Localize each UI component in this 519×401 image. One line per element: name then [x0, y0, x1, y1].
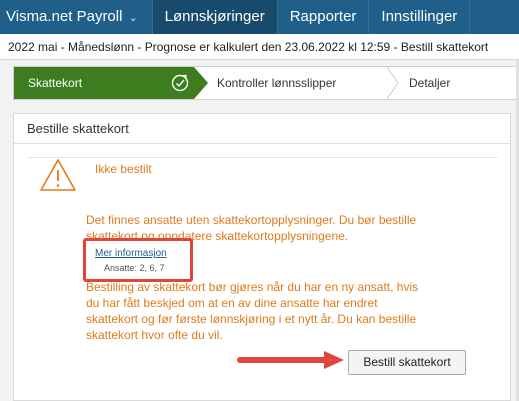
details-message: Bestilling av skattekort bør gjøres når … [86, 280, 419, 342]
status-text: Ikke bestilt [95, 162, 152, 176]
nav-item-lonnskjoringer[interactable]: Lønnskjøringer [152, 0, 277, 34]
chevron-down-icon: ⌄ [128, 12, 138, 24]
card-title: Bestille skattekort [14, 114, 510, 144]
warning-icon [40, 159, 76, 191]
check-circle-icon [171, 74, 189, 92]
top-navigation: Visma.net Payroll ⌄ Lønnskjøringer Rappor… [0, 0, 519, 34]
wizard-stepper: Skattekort Kontroller lønnsslipper Detal… [13, 66, 519, 100]
order-tax-card-panel: Bestille skattekort Ikke bestilt Det fin… [13, 113, 511, 401]
employees-list: Ansatte: 2, 6, 7 [104, 263, 165, 273]
nav-divider [469, 0, 471, 34]
step-detaljer[interactable]: Detaljer [409, 67, 450, 99]
arrow-right-icon [237, 351, 344, 369]
app-name: Visma.net Payroll [6, 8, 123, 25]
step-skattekort[interactable]: Skattekort [14, 67, 194, 99]
order-tax-card-button[interactable]: Bestill skattekort [348, 350, 466, 375]
step-separator [386, 67, 399, 99]
step-label: Skattekort [28, 76, 83, 90]
more-info-link[interactable]: Mer informasjon [95, 248, 167, 259]
step-arrow-tip [194, 67, 208, 99]
app-switcher[interactable]: Visma.net Payroll ⌄ [0, 0, 152, 34]
nav-item-rapporter[interactable]: Rapporter [278, 0, 369, 34]
nav-item-innstillinger[interactable]: Innstillinger [369, 0, 469, 34]
highlight-box: Mer informasjon Ansatte: 2, 6, 7 [83, 238, 193, 282]
step-kontroller-lonnsslipper[interactable]: Kontroller lønnsslipper [217, 67, 336, 99]
page-subtitle: 2022 mai - Månedslønn - Prognose er kalk… [0, 34, 519, 60]
